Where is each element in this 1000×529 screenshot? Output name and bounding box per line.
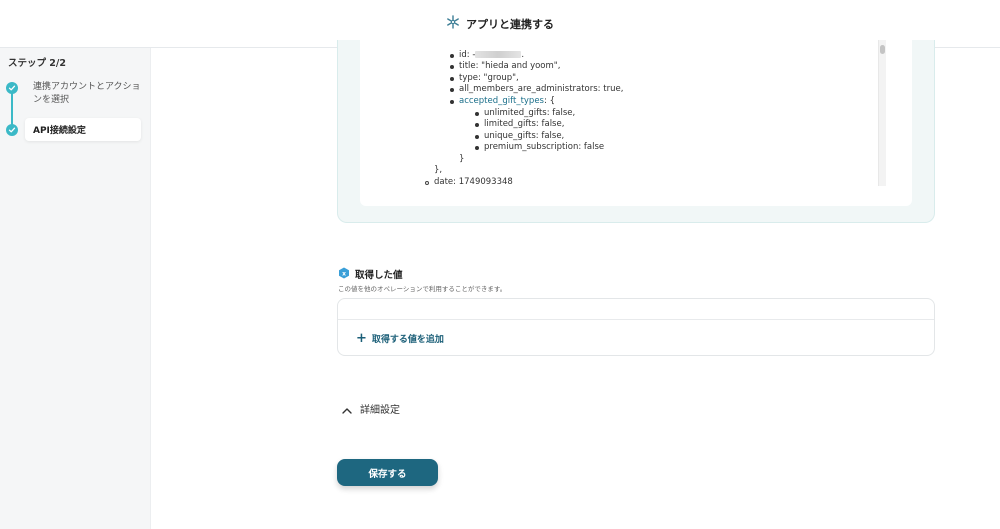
scrollbar-thumb[interactable] (880, 45, 885, 54)
sidebar: ステップ 2/2 連携アカウントとアクションを選択 API接続設定 (0, 48, 151, 529)
code-line: title: "hieda and yoom", (459, 61, 560, 72)
step-counter: ステップ 2/2 (8, 58, 66, 69)
code-line: premium_subscription: false (484, 142, 604, 153)
check-icon (6, 82, 18, 94)
list-bullet (450, 77, 454, 81)
code-text: type: "group", (459, 73, 519, 83)
code-line: type: "group", (459, 73, 519, 84)
header-title-group: アプリと連携する (446, 14, 554, 33)
code-line: }, (434, 165, 442, 176)
values-section-title: 取得した値 (355, 269, 403, 281)
redacted-value (475, 51, 522, 58)
code-text: unlimited_gifts: false, (484, 108, 576, 118)
svg-text:x: x (342, 270, 346, 277)
scrollbar[interactable] (878, 40, 886, 186)
code-text: all_members_are_administrators: true, (459, 84, 624, 94)
code-text: id: - (459, 50, 476, 60)
advanced-settings-label: 詳細設定 (360, 405, 400, 416)
sidebar-step-api-settings[interactable]: API接続設定 (25, 118, 141, 141)
check-icon (6, 124, 18, 136)
code-line: } (459, 154, 464, 165)
code-text: premium_subscription: false (484, 142, 605, 152)
code-line: limited_gifts: false, (484, 119, 564, 130)
code-line: accepted_gift_types: { (459, 96, 555, 107)
advanced-settings-toggle[interactable]: 詳細設定 (342, 399, 400, 418)
code-text: }, (434, 165, 443, 175)
add-value-button[interactable]: + 取得する値を追加 (356, 330, 444, 346)
code-text: } (459, 154, 465, 164)
tag-icon: x (338, 264, 350, 283)
code-text: unique_gifts: false, (484, 131, 565, 141)
code-preview: id: -. title: "hieda and yoom", type: "gro… (360, 40, 912, 206)
divider (338, 319, 934, 320)
retrieved-values-box: + 取得する値を追加 (337, 298, 935, 356)
add-value-label: 取得する値を追加 (371, 335, 444, 345)
code-line: unique_gifts: false, (484, 131, 564, 142)
list-bullet (450, 88, 454, 92)
list-bullet (450, 100, 454, 104)
code-line: id: -. (459, 50, 524, 61)
save-button[interactable]: 保存する (337, 459, 438, 486)
code-text: . (521, 50, 525, 60)
list-bullet (475, 123, 479, 127)
code-text: : { (544, 96, 555, 106)
code-line: date: 1749093348 (434, 177, 513, 188)
list-bullet (475, 135, 479, 139)
chevron-up-icon (342, 399, 352, 418)
sidebar-step-select-action[interactable]: 連携アカウントとアクションを選択 (33, 81, 143, 107)
code-text: date: 1749093348 (434, 177, 513, 187)
list-bullet (475, 112, 479, 116)
page-title: アプリと連携する (466, 17, 554, 31)
list-bullet (450, 54, 454, 58)
response-preview-panel: id: -. title: "hieda and yoom", type: "gro… (337, 40, 935, 223)
list-bullet (450, 65, 454, 69)
values-section-header: x 取得した値 (338, 264, 403, 283)
values-section-description: この値を他のオペレーションで利用することができます。 (338, 285, 507, 293)
code-line: all_members_are_administrators: true, (459, 84, 623, 95)
code-text: title: "hieda and yoom", (459, 61, 561, 71)
sparkle-icon (446, 14, 460, 33)
list-bullet (425, 181, 429, 185)
code-key-link: accepted_gift_types (459, 96, 544, 106)
code-text: limited_gifts: false, (484, 119, 565, 129)
plus-icon: + (356, 330, 367, 346)
list-bullet (475, 146, 479, 150)
code-line: unlimited_gifts: false, (484, 108, 575, 119)
